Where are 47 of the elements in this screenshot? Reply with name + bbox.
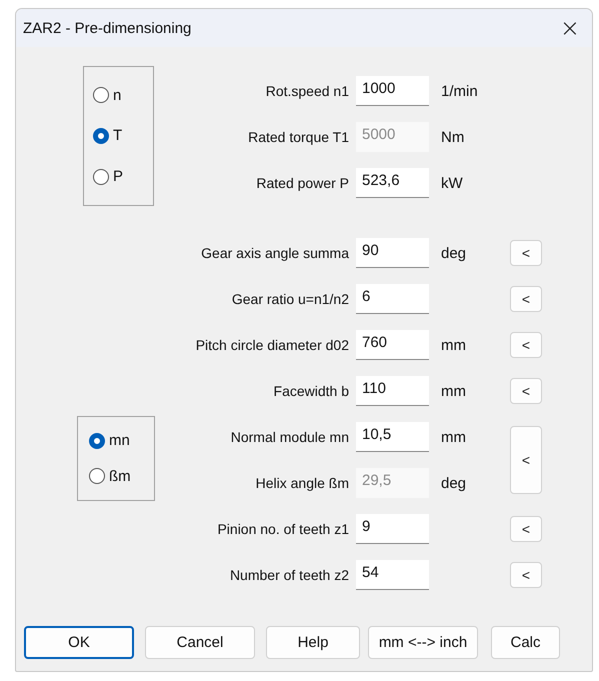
- field-label: Gear ratio u=n1/n2: [230, 291, 350, 307]
- unit-label: mm: [440, 336, 467, 354]
- field-label: Pitch circle diameter d02: [194, 337, 350, 353]
- radio-option[interactable]: P: [84, 168, 153, 186]
- input-field[interactable]: 1000: [356, 76, 429, 106]
- unit-label: 1/min: [440, 82, 479, 100]
- field-label: Pinion no. of teeth z1: [216, 521, 350, 537]
- input-field[interactable]: 10,5: [356, 422, 429, 452]
- apply-button[interactable]: <: [510, 240, 542, 266]
- field-label: Rated power P: [255, 175, 350, 191]
- input-field[interactable]: 110: [356, 376, 429, 406]
- field-label: Rated torque T1: [247, 129, 350, 145]
- apply-button[interactable]: <: [510, 426, 542, 494]
- window-title: ZAR2 - Pre-dimensioning: [23, 20, 192, 36]
- radio-option[interactable]: T: [84, 127, 153, 144]
- unit-label: mm: [440, 382, 467, 400]
- input-field[interactable]: 54: [356, 560, 429, 590]
- field-label: Rot.speed n1: [264, 83, 350, 99]
- input-field[interactable]: 523,6: [356, 168, 429, 198]
- dialog-button[interactable]: OK: [24, 626, 134, 659]
- radio-option[interactable]: n: [84, 86, 153, 104]
- field-label: Normal module mn: [230, 429, 350, 445]
- radio-option[interactable]: mn: [78, 432, 154, 450]
- dialog-button[interactable]: Help: [266, 626, 360, 659]
- apply-button[interactable]: <: [510, 332, 542, 358]
- unit-label: mm: [440, 428, 467, 446]
- unit-label: Nm: [440, 128, 466, 146]
- field-label: Facewidth b: [272, 383, 350, 399]
- radio-option[interactable]: ßm: [78, 468, 154, 485]
- apply-button[interactable]: <: [510, 286, 542, 312]
- input-field[interactable]: 6: [356, 284, 429, 314]
- dialog-button[interactable]: mm <--> inch: [368, 626, 478, 659]
- field-label: Gear axis angle summa: [200, 245, 350, 261]
- input-field[interactable]: 9: [356, 514, 429, 544]
- apply-button[interactable]: <: [510, 562, 542, 588]
- dialog-button[interactable]: Calc: [491, 626, 560, 659]
- unit-label: kW: [440, 174, 464, 192]
- input-field[interactable]: 760: [356, 330, 429, 360]
- apply-button[interactable]: <: [510, 516, 542, 542]
- dialog-button[interactable]: Cancel: [145, 626, 255, 659]
- field-label: Helix angle ßm: [254, 475, 350, 491]
- input-field[interactable]: 90: [356, 238, 429, 268]
- unit-label: deg: [440, 474, 468, 492]
- field-label: Number of teeth z2: [228, 567, 350, 583]
- apply-button[interactable]: <: [510, 378, 542, 404]
- unit-label: deg: [440, 244, 468, 262]
- close-button[interactable]: ×: [554, 16, 586, 40]
